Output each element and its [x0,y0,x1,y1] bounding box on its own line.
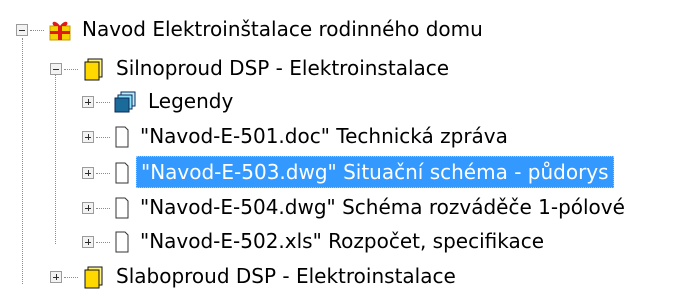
tree-connector [96,207,110,209]
slaboproud-label[interactable]: Slaboproud DSP - Elektroinstalace [112,261,460,291]
tree-connector [64,68,78,70]
stack-icon [114,90,138,114]
legendy-label[interactable]: Legendy [144,86,237,116]
document-icon [114,197,130,219]
tree-connector [96,172,110,174]
tree-node-root[interactable]: Navod Elektroinštalace rodinného domu [16,12,487,48]
gift-icon [48,18,72,42]
file-label[interactable]: "Navod-E-502.xls" Rozpočet, specifikace [136,226,548,256]
expand-toggle[interactable] [82,202,94,214]
silnoproud-label[interactable]: Silnoproud DSP - Elektroinstalace [112,53,453,83]
tree-guide-line [22,38,23,284]
tree-node-silnoproud[interactable]: Silnoproud DSP - Elektroinstalace [50,51,453,87]
file-item[interactable]: "Navod-E-502.xls" Rozpočet, specifikace [82,224,548,260]
document-icon [114,231,130,253]
tree-guide-line [55,74,56,244]
expand-toggle[interactable] [82,236,94,248]
file-item[interactable]: "Navod-E-501.doc" Technická zpráva [82,119,512,155]
tree-node-slaboproud[interactable]: Slaboproud DSP - Elektroinstalace [50,259,460,292]
tree-connector [96,136,110,138]
document-icon [114,126,130,148]
expand-toggle[interactable] [82,131,94,143]
expand-toggle[interactable] [82,167,94,179]
tree-connector [96,101,110,103]
tree-connector [64,276,78,278]
collapse-toggle[interactable] [16,24,28,36]
file-label[interactable]: "Navod-E-503.dwg" Situační schéma - půdo… [136,156,614,188]
document-icon [114,162,130,184]
tree-node-legendy[interactable]: Legendy [82,84,237,120]
file-label[interactable]: "Navod-E-504.dwg" Schéma rozváděče 1-pól… [136,192,629,222]
tree-connector [96,241,110,243]
file-label[interactable]: "Navod-E-501.doc" Technická zpráva [136,121,512,151]
tree-connector [30,29,44,31]
file-item[interactable]: "Navod-E-504.dwg" Schéma rozváděče 1-pól… [82,190,629,226]
folder-stack-icon [82,57,106,81]
file-item-selected[interactable]: "Navod-E-503.dwg" Situační schéma - půdo… [82,155,614,191]
root-label[interactable]: Navod Elektroinštalace rodinného domu [78,14,487,44]
collapse-toggle[interactable] [50,63,62,75]
expand-toggle[interactable] [50,271,62,283]
project-tree: Navod Elektroinštalace rodinného domu Si… [0,0,685,292]
expand-toggle[interactable] [82,96,94,108]
folder-stack-icon [82,265,106,289]
